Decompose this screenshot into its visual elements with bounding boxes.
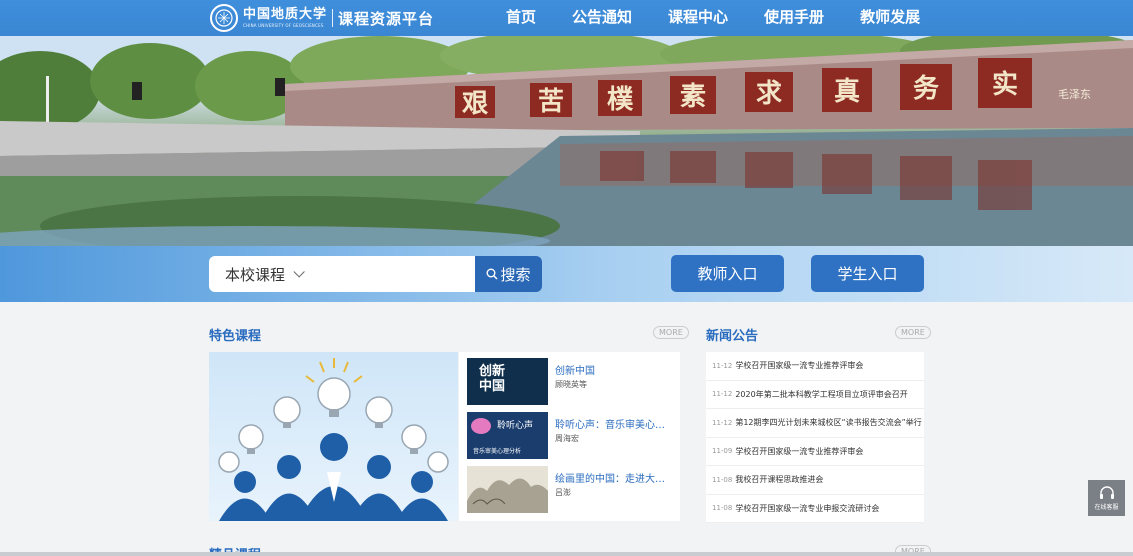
news-date: 11-08: [712, 475, 733, 484]
wall-char-6: 真: [834, 77, 860, 107]
course-item[interactable]: 聆听心声 音乐审美心理分析 聆听心声：音乐审美心理分析 周海宏: [467, 412, 672, 460]
news-item[interactable]: 11-12 学校召开国家级一流专业推荐评审会: [706, 352, 924, 381]
news-item[interactable]: 11-12 第12期李四光计划未来城校区“读书报告交流会”举行: [706, 409, 924, 438]
news-item-title[interactable]: 学校召开国家级一流专业推荐评审会: [735, 360, 863, 371]
search-bar-section: 本校课程 搜索 教师入口 学生入口: [0, 246, 1133, 302]
wall-char-2: 苦: [538, 87, 564, 117]
search-icon: [486, 268, 498, 280]
course-teacher: 顾晓英等: [555, 380, 587, 389]
featured-courses-title: 特色课程: [209, 329, 262, 344]
news-date: 11-12: [712, 418, 733, 427]
nav-home[interactable]: 首页: [488, 0, 554, 36]
course-title[interactable]: 绘画里的中国：走进大师与经典: [555, 470, 672, 485]
news-date: 11-09: [712, 447, 733, 456]
logo-divider: [332, 9, 334, 27]
nav-announcements[interactable]: 公告通知: [554, 0, 650, 36]
university-emblem-icon: [210, 4, 238, 32]
search-scope-value: 本校课程: [225, 265, 286, 284]
logo-chinese-name: 中国地质大学: [243, 7, 328, 22]
campus-banner-image: 艰 苦 樸 素 求 真 务 实 毛泽东: [0, 36, 1133, 246]
top-navigation-bar: 中国地质大学 CHINA UNIVERSITY OF GEOSCIENCES 课…: [0, 0, 1133, 36]
logo-english-name: CHINA UNIVERSITY OF GEOSCIENCES: [243, 23, 324, 28]
wall-char-7: 务: [913, 74, 939, 104]
nav-user-manual[interactable]: 使用手册: [746, 0, 842, 36]
main-nav: 首页 公告通知 课程中心 使用手册 教师发展: [488, 0, 938, 36]
news-date: 11-12: [712, 361, 733, 370]
news-date: 11-12: [712, 390, 733, 399]
university-logo[interactable]: 中国地质大学 CHINA UNIVERSITY OF GEOSCIENCES 课…: [210, 4, 434, 32]
news-item-title[interactable]: 学校召开国家级一流专业申报交流研讨会: [735, 503, 879, 514]
news-list: 11-12 学校召开国家级一流专业推荐评审会 11-12 2020年第二批本科教学工…: [706, 352, 924, 523]
nav-teacher-development[interactable]: 教师发展: [842, 0, 938, 36]
course-title[interactable]: 聆听心声：音乐审美心理分析: [555, 416, 672, 431]
nav-course-center[interactable]: 课程中心: [650, 0, 746, 36]
course-teacher: 周海宏: [555, 434, 579, 443]
course-thumbnail: 聆听心声 音乐审美心理分析: [467, 412, 548, 459]
course-title[interactable]: 创新中国: [555, 362, 672, 377]
wall-char-3: 樸: [607, 85, 634, 115]
featured-more-link[interactable]: MORE: [653, 326, 689, 339]
search-scope-select[interactable]: 本校课程: [209, 256, 476, 292]
news-item[interactable]: 11-08 我校召开课程思政推进会: [706, 466, 924, 495]
news-more-link[interactable]: MORE: [895, 326, 931, 339]
course-teacher: 吕澎: [555, 488, 571, 497]
thumb-subtext: 音乐审美心理分析: [473, 448, 522, 455]
news-item[interactable]: 11-08 学校召开国家级一流专业申报交流研讨会: [706, 494, 924, 523]
thumb-text: 创新 中国: [479, 364, 506, 394]
bottom-divider: [0, 552, 1133, 556]
news-title: 新闻公告: [706, 329, 759, 344]
student-entry-button[interactable]: 学生入口: [811, 255, 924, 292]
news-item-title[interactable]: 学校召开国家级一流专业推荐评审会: [735, 446, 863, 457]
wall-char-5: 求: [756, 79, 782, 109]
course-item[interactable]: 绘画里的中国：走进大师与经典 吕澎: [467, 466, 672, 514]
wall-char-4: 素: [680, 82, 706, 112]
news-item-title[interactable]: 我校召开课程思政推进会: [735, 474, 823, 485]
featured-course-image[interactable]: [209, 352, 458, 521]
news-item-title[interactable]: 2020年第二批本科教学工程项目立项评审会召开: [735, 389, 907, 400]
course-item[interactable]: 创新 中国 创新中国 顾晓英等: [467, 358, 672, 406]
course-thumbnail: [467, 466, 548, 513]
search-button-label: 搜索: [500, 265, 531, 284]
featured-course-list: 创新 中国 创新中国 顾晓英等 聆听心声 音乐审美心理分析 聆听心声：音乐审美心…: [459, 352, 680, 521]
online-service-label: 在线客服: [1094, 503, 1119, 511]
news-item[interactable]: 11-09 学校召开国家级一流专业推荐评审会: [706, 437, 924, 466]
chevron-down-icon: [293, 266, 305, 278]
online-service-button[interactable]: 在线客服: [1088, 480, 1125, 516]
platform-name: 课程资源平台: [338, 9, 435, 28]
search-button[interactable]: 搜索: [475, 256, 542, 292]
course-thumbnail: 创新 中国: [467, 358, 548, 405]
news-item[interactable]: 11-12 2020年第二批本科教学工程项目立项评审会召开: [706, 380, 924, 409]
news-item-title[interactable]: 第12期李四光计划未来城校区“读书报告交流会”举行: [735, 417, 921, 428]
wall-char-1: 艰: [462, 89, 489, 119]
news-date: 11-08: [712, 504, 733, 513]
teacher-entry-button[interactable]: 教师入口: [671, 255, 784, 292]
wall-char-8: 实: [992, 69, 1018, 100]
wall-signature: 毛泽东: [1058, 88, 1091, 101]
headset-icon: [1099, 485, 1114, 499]
